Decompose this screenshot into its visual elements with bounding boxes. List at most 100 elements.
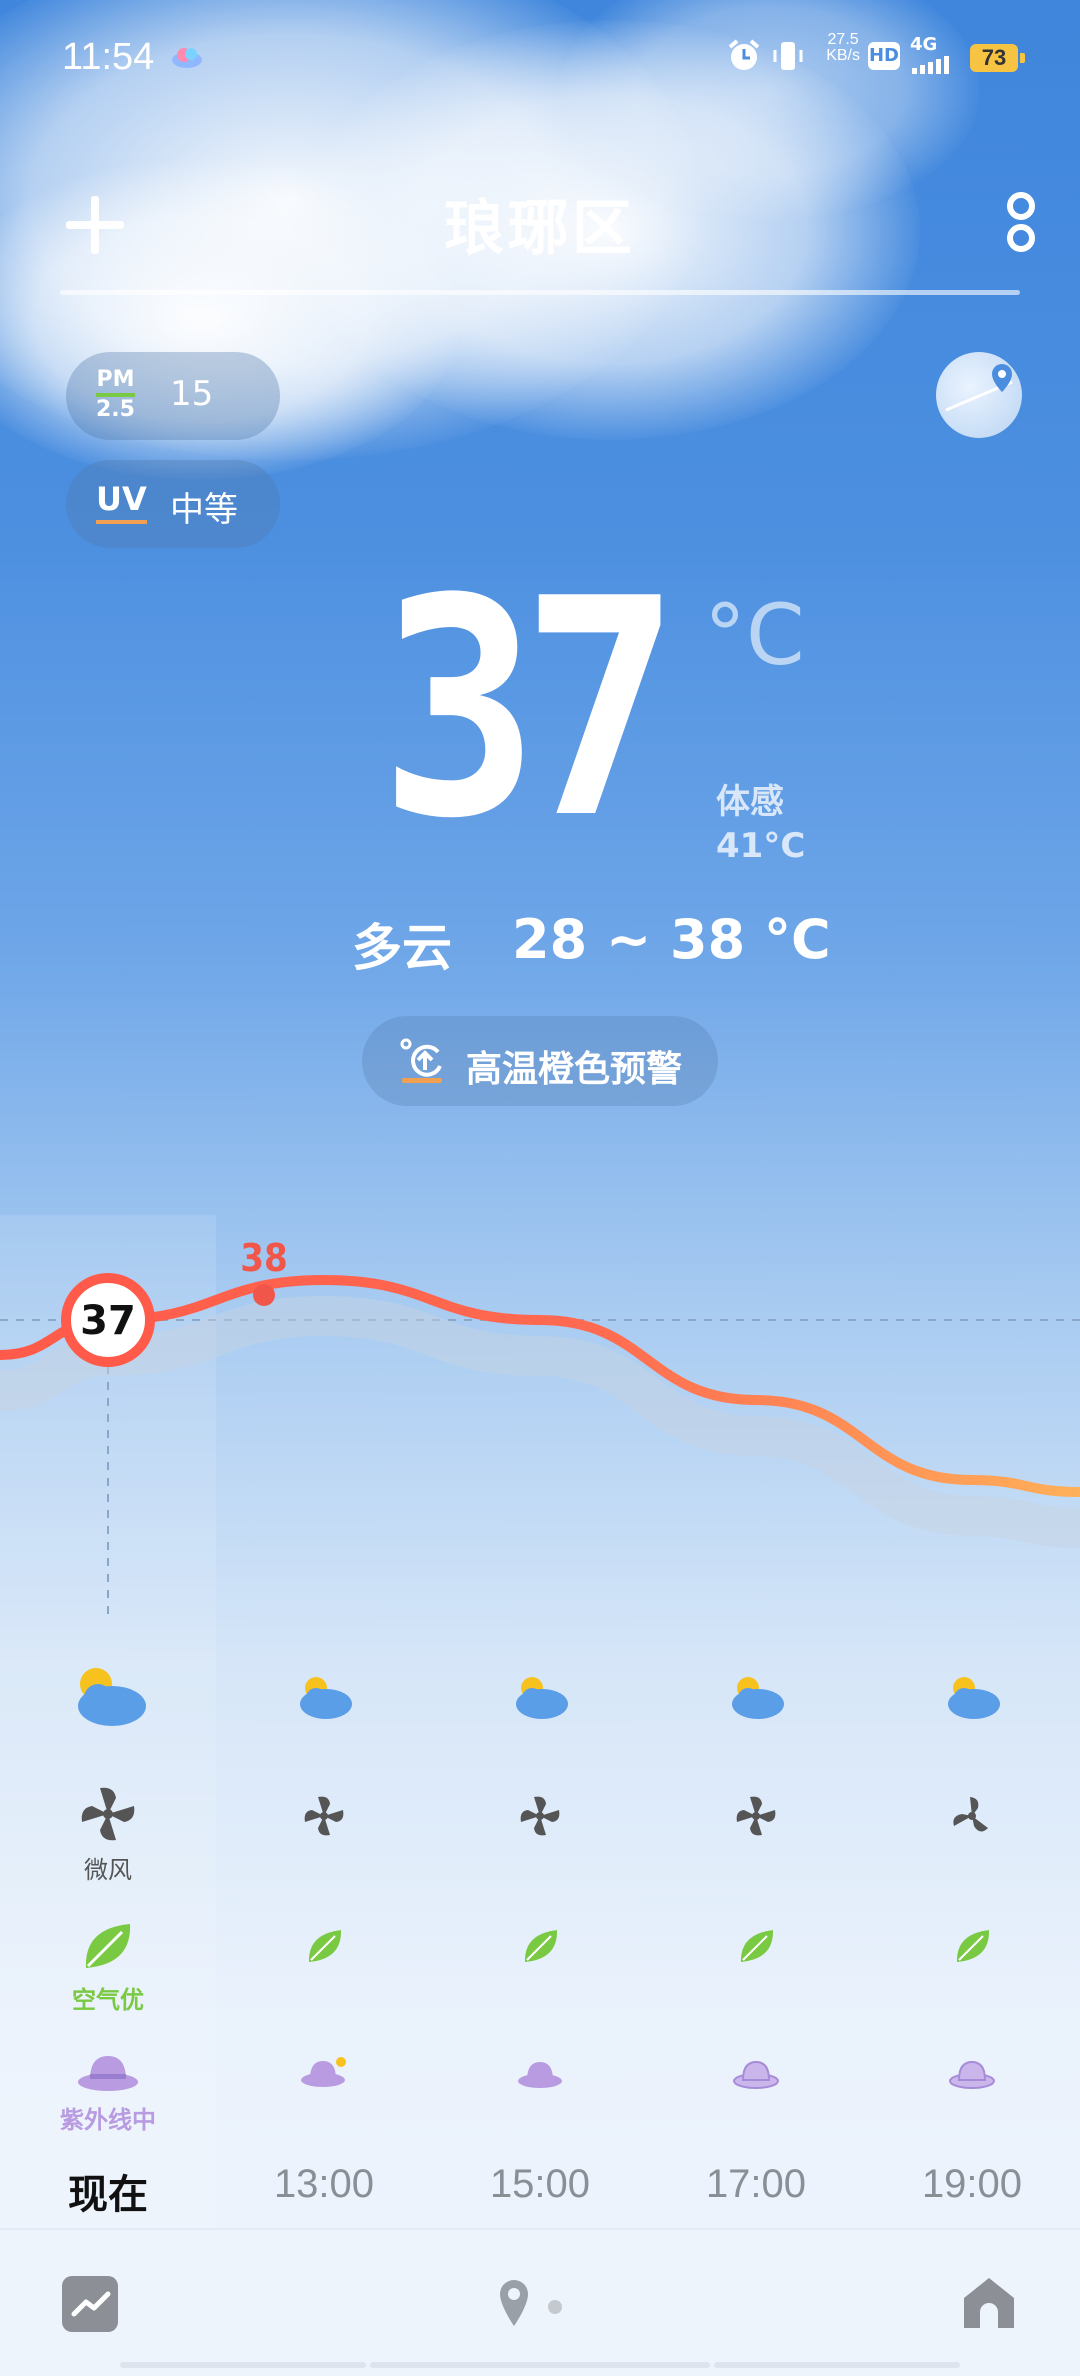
hour-wind xyxy=(864,1794,1080,1842)
more-dot-icon xyxy=(1007,192,1035,220)
bottom-bar xyxy=(0,2228,1080,2376)
location-pin-icon xyxy=(945,364,1013,412)
air-label: 空气优 xyxy=(72,1986,144,2014)
hour-air xyxy=(432,1926,648,1970)
hour-uv xyxy=(864,2056,1080,2094)
hour-time-label: 19:00 xyxy=(921,2162,1023,2206)
city-title[interactable]: 琅琊区 xyxy=(0,180,1080,267)
hour-uv xyxy=(216,2054,432,2094)
trend-chart-icon xyxy=(71,2291,111,2317)
hour-condition xyxy=(216,1670,432,1724)
hour-air: 空气优 xyxy=(0,1918,216,2015)
hour-condition xyxy=(432,1670,648,1724)
hour-wind xyxy=(648,1794,864,1842)
leaf-icon xyxy=(740,1930,774,1962)
sun-hat-icon xyxy=(301,2057,346,2087)
hour-uv xyxy=(432,2056,648,2094)
high-temperature-icon xyxy=(400,1038,442,1083)
home-button[interactable] xyxy=(960,2274,1018,2332)
temperature-unit: °C xyxy=(704,586,805,684)
uv-value: 中等 xyxy=(170,490,238,530)
uv-underline xyxy=(96,520,147,524)
sun-hat-icon xyxy=(518,2062,562,2088)
max-temperature-label: 38 xyxy=(240,1236,288,1280)
home-icon xyxy=(964,2278,1014,2328)
more-dot-icon xyxy=(1007,224,1035,252)
hour-wind xyxy=(432,1794,648,1842)
hd-badge: HD xyxy=(868,42,900,70)
temperature-line xyxy=(0,1274,1080,1497)
partly-cloudy-icon xyxy=(516,1677,568,1719)
leaf-icon xyxy=(85,1924,131,1968)
hour-time-label: 13:00 xyxy=(273,2162,375,2206)
temperature-range: 28 ~ 38 °C xyxy=(512,908,831,971)
map-button[interactable] xyxy=(936,352,1022,438)
max-temperature-point xyxy=(253,1284,275,1306)
hour-time-label: 17:00 xyxy=(705,2162,807,2206)
hour-wind: 微风 xyxy=(0,1784,216,1885)
gesture-bar xyxy=(120,2362,366,2368)
hour-condition xyxy=(648,1670,864,1724)
hour-time-label: 15:00 xyxy=(489,2162,591,2206)
location-page-icon[interactable] xyxy=(496,2276,532,2328)
network-type: 4G xyxy=(910,34,938,55)
status-bar: 11:54 27.5 KB/s HD 4G 73 xyxy=(0,30,1080,90)
pm25-value: 15 xyxy=(170,374,214,414)
wind-fan-icon xyxy=(304,1796,344,1836)
partly-cloudy-icon xyxy=(78,1668,146,1726)
wind-fan-icon xyxy=(520,1796,560,1836)
alarm-icon xyxy=(728,39,760,70)
leaf-icon xyxy=(524,1930,558,1962)
current-temperature-label: 37 xyxy=(80,1298,136,1344)
uv-level-label: 紫外线中 xyxy=(60,2106,156,2134)
status-time: 11:54 xyxy=(62,36,155,78)
heat-alert-button[interactable]: 高温橙色预警 xyxy=(362,1016,718,1106)
uv-label-text: UV xyxy=(96,480,147,518)
partly-cloudy-icon xyxy=(948,1677,1000,1719)
hour-uv: 紫外线中 xyxy=(0,2050,216,2135)
page-indicator-dot[interactable] xyxy=(548,2300,562,2314)
net-speed-unit: KB/s xyxy=(826,47,860,64)
current-temperature: 37 xyxy=(380,535,680,884)
hour-wind xyxy=(216,1794,432,1842)
net-speed-value: 27.5 xyxy=(827,31,859,48)
wind-fan-icon xyxy=(81,1787,135,1841)
leaf-icon xyxy=(956,1930,990,1962)
pm-label-bottom: 2.5 xyxy=(96,397,135,422)
wind-fan-icon xyxy=(953,1797,988,1832)
gesture-bar xyxy=(714,2362,960,2368)
feels-like-value: 41°C xyxy=(716,826,806,866)
hour-condition xyxy=(0,1660,216,1734)
wind-fan-icon xyxy=(736,1796,776,1836)
uv-label: UV xyxy=(96,480,147,524)
hour-uv xyxy=(648,2056,864,2094)
signal-icon xyxy=(912,56,949,74)
sun-hat-icon xyxy=(733,2060,779,2089)
partly-cloudy-icon xyxy=(300,1677,352,1719)
sun-hat-icon xyxy=(78,2056,138,2091)
hour-air xyxy=(216,1926,432,1970)
pm25-label: PM 2.5 xyxy=(96,367,135,422)
hour-air xyxy=(864,1926,1080,1970)
temperature-line-shadow xyxy=(0,1295,1080,1548)
gesture-bar xyxy=(370,2362,710,2368)
pm-label-top: PM xyxy=(96,367,135,392)
top-bar: 琅琊区 xyxy=(0,160,1080,280)
more-options-button[interactable] xyxy=(994,184,1044,254)
hour-time-label: 现在 xyxy=(68,2172,148,2218)
partly-cloudy-icon xyxy=(732,1677,784,1719)
hourly-temperature-chart: 38 37 xyxy=(0,1236,1080,1620)
leaf-icon xyxy=(308,1930,342,1962)
weather-screen: 11:54 27.5 KB/s HD 4G 73 琅琊区 PM 2.5 15 U… xyxy=(0,0,1080,2376)
trend-button[interactable] xyxy=(62,2276,118,2332)
hour-condition xyxy=(864,1670,1080,1724)
battery-indicator: 73 xyxy=(970,44,1025,72)
sun-hat-icon xyxy=(949,2060,995,2089)
weather-condition: 多云 xyxy=(352,919,452,977)
uv-pill[interactable]: UV 中等 xyxy=(66,460,280,548)
pm25-pill[interactable]: PM 2.5 15 xyxy=(66,352,280,440)
cloud-sync-icon xyxy=(172,48,202,68)
wind-label: 微风 xyxy=(84,1856,132,1884)
alert-text: 高温橙色预警 xyxy=(466,1049,683,1090)
hour-air xyxy=(648,1926,864,1970)
